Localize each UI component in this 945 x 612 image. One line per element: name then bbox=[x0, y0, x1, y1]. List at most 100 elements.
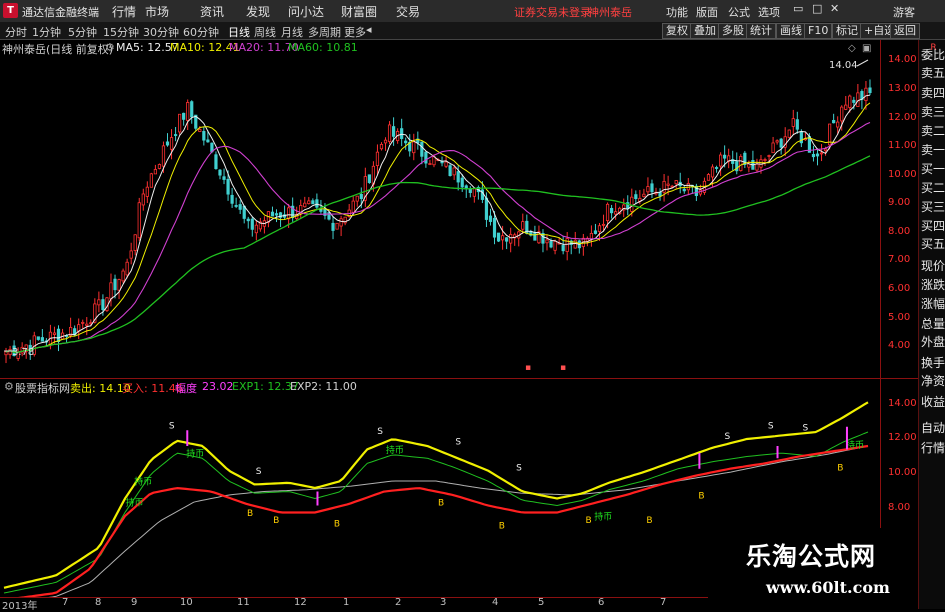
event-marker-icon: ▪ bbox=[525, 363, 531, 373]
sell-signal: S bbox=[256, 467, 262, 477]
candle-body bbox=[331, 222, 335, 231]
sell-signal: S bbox=[803, 423, 809, 433]
candle-body bbox=[521, 221, 525, 230]
close-icon[interactable]: ✕ bbox=[830, 2, 839, 15]
candle-body bbox=[129, 250, 133, 259]
sidebar-item-2[interactable]: 卖五 bbox=[921, 65, 945, 81]
period-1min[interactable]: 1分钟 bbox=[32, 24, 61, 40]
candle-body bbox=[36, 336, 40, 340]
settings-gear-icon[interactable]: ⚙ bbox=[105, 41, 115, 54]
candle-body bbox=[682, 188, 686, 192]
back-button[interactable]: 返回 bbox=[890, 23, 920, 39]
range-label: 幅度 bbox=[175, 382, 197, 395]
menu-layout[interactable]: 版面 bbox=[696, 4, 718, 20]
candle-body bbox=[771, 142, 775, 154]
menu-quotes[interactable]: 行情 bbox=[112, 3, 136, 20]
restore-icon[interactable]: □ bbox=[812, 2, 822, 15]
period-5min[interactable]: 5分钟 bbox=[68, 24, 97, 40]
sidebar-item-17[interactable]: 换手 bbox=[921, 355, 945, 371]
buy-signal: B bbox=[499, 521, 505, 531]
kline-panel[interactable]: ▪ ▪ 神州泰岳(日线 前复权) ⚙ MA5: 12.57 MA10: 12.41… bbox=[0, 40, 881, 379]
candle-body bbox=[488, 215, 493, 222]
site-watermark: 乐淘公式网 www.60lt.com bbox=[708, 528, 918, 609]
candle-body bbox=[573, 239, 577, 249]
candle-body bbox=[614, 211, 618, 215]
candle-body bbox=[496, 232, 501, 242]
f10-button[interactable]: F10 bbox=[804, 23, 833, 39]
menu-discover[interactable]: 发现 bbox=[246, 3, 270, 20]
ma60-legend: MA60: 10.81 bbox=[288, 41, 358, 54]
candle-body bbox=[40, 337, 44, 342]
period-15min[interactable]: 15分钟 bbox=[103, 24, 139, 40]
period-daily[interactable]: 日线 bbox=[228, 24, 250, 40]
zoom-diamond-icon[interactable]: ◇ bbox=[848, 43, 856, 54]
candle-body bbox=[133, 234, 137, 251]
app-title: 通达信金融终端 bbox=[22, 6, 99, 19]
period-multi[interactable]: 多周期 bbox=[308, 24, 341, 40]
candle-body bbox=[864, 87, 868, 101]
period-timeshare[interactable]: 分时 bbox=[5, 24, 27, 40]
overlay-button[interactable]: 叠加 bbox=[690, 23, 720, 39]
candle-body bbox=[141, 193, 145, 206]
menu-function[interactable]: 功能 bbox=[666, 4, 688, 20]
candle-body bbox=[420, 141, 424, 157]
candle-body bbox=[315, 199, 319, 208]
candle-body bbox=[218, 169, 222, 176]
kline-chart[interactable]: ▪ ▪ bbox=[0, 40, 880, 378]
sidebar-item-11[interactable]: 买五 bbox=[921, 236, 945, 252]
sidebar-item-5[interactable]: 卖二 bbox=[921, 123, 945, 139]
candle-body bbox=[775, 140, 779, 143]
candle-body bbox=[339, 218, 343, 227]
signal-bar bbox=[186, 430, 189, 446]
candle-body bbox=[97, 299, 101, 306]
candle-body bbox=[173, 134, 178, 136]
sidebar-item-18[interactable]: 净资 bbox=[921, 373, 945, 389]
menu-wealth[interactable]: 财富圈 bbox=[341, 3, 377, 20]
stock-name-link[interactable]: 神州泰岳 bbox=[588, 4, 632, 20]
stats-button[interactable]: 统计 bbox=[746, 23, 776, 39]
draw-button[interactable]: 画线 bbox=[776, 23, 806, 39]
candle-body bbox=[125, 261, 129, 276]
panel-toggle-icon[interactable]: ▣ bbox=[862, 43, 871, 54]
menu-market[interactable]: 市场 bbox=[145, 3, 169, 20]
main-axis-tick: 5.00 bbox=[888, 312, 911, 323]
menu-options[interactable]: 选项 bbox=[758, 4, 780, 20]
candle-body bbox=[549, 240, 553, 248]
candle-body bbox=[222, 176, 226, 180]
period-60min[interactable]: 60分钟 bbox=[183, 24, 219, 40]
main-axis-tick: 8.00 bbox=[888, 226, 911, 237]
candle-body bbox=[840, 106, 844, 122]
period-30min[interactable]: 30分钟 bbox=[143, 24, 179, 40]
indicator-gear-icon[interactable]: ⚙ bbox=[4, 380, 14, 393]
minimize-icon[interactable]: ▭ bbox=[793, 2, 803, 15]
candle-body bbox=[852, 99, 856, 103]
user-guest[interactable]: 游客 bbox=[893, 4, 915, 20]
candle-body bbox=[311, 200, 315, 205]
date-tick: 7 bbox=[660, 597, 667, 608]
arrow-left-icon[interactable]: ◂ bbox=[366, 23, 372, 36]
main-axis-tick: 12.00 bbox=[888, 112, 917, 123]
candle-body bbox=[666, 183, 670, 186]
candle-body bbox=[674, 180, 678, 185]
menu-formula[interactable]: 公式 bbox=[728, 4, 750, 20]
adjust-button[interactable]: 复权 bbox=[662, 23, 692, 39]
sell-signal: S bbox=[377, 427, 383, 437]
sidebar-item-8[interactable]: 买二 bbox=[921, 180, 945, 196]
sidebar-item-14[interactable]: 涨幅 bbox=[921, 296, 945, 312]
candle-body bbox=[214, 154, 218, 170]
menu-trade[interactable]: 交易 bbox=[396, 3, 420, 20]
menu-ask[interactable]: 问小达 bbox=[288, 3, 324, 20]
period-more[interactable]: 更多 bbox=[344, 24, 366, 40]
mark-button[interactable]: 标记 bbox=[832, 23, 862, 39]
candle-body bbox=[597, 225, 602, 232]
candle-body bbox=[795, 119, 799, 130]
period-weekly[interactable]: 周线 bbox=[254, 24, 276, 40]
period-monthly[interactable]: 月线 bbox=[281, 24, 303, 40]
login-warning[interactable]: 证券交易未登录 bbox=[514, 4, 591, 20]
main-axis-tick: 7.00 bbox=[888, 254, 911, 265]
candle-body bbox=[646, 186, 650, 193]
multi-stock-button[interactable]: 多股 bbox=[718, 23, 748, 39]
menu-news[interactable]: 资讯 bbox=[200, 3, 224, 20]
candle-body bbox=[169, 137, 174, 150]
buy-value: 买入: 11.46 bbox=[122, 382, 183, 395]
